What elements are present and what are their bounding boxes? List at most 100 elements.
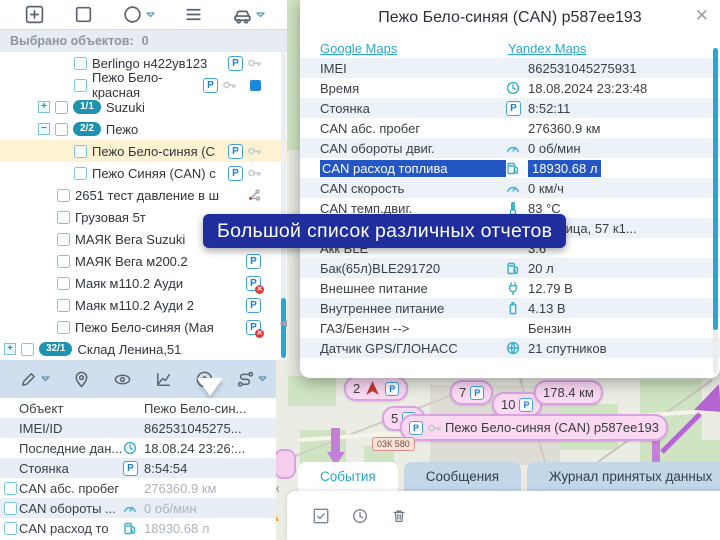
popup-param-row[interactable]: Внутреннее питание4.13 В xyxy=(300,298,720,318)
tree-unit-row[interactable]: +1/1Suzuki xyxy=(0,96,287,118)
units-icon[interactable] xyxy=(218,0,279,29)
delete-icon[interactable] xyxy=(390,507,408,525)
close-icon[interactable]: ✕ xyxy=(695,6,709,26)
param-value: 18.08.2024 23:23:48 xyxy=(528,81,647,96)
tree-unit-row[interactable]: Маяк м110.2 АудиP✕ xyxy=(0,272,287,294)
popup-param-row[interactable]: CAN абс. пробег276360.9 км xyxy=(300,118,720,138)
fuel-icon xyxy=(506,161,520,175)
popup-param-row[interactable]: Датчик GPS/ГЛОНАСС21 спутников xyxy=(300,338,720,358)
yandex-maps-link[interactable]: Yandex Maps xyxy=(508,41,587,56)
object-info-row[interactable]: CAN расход то18930.68 л xyxy=(0,518,276,538)
param-value: 12.79 В xyxy=(528,281,573,296)
unit-checkbox[interactable] xyxy=(55,123,68,136)
sensor-checkbox[interactable] xyxy=(4,502,17,515)
parking-icon: P xyxy=(246,298,261,313)
geofence-rect-icon[interactable] xyxy=(59,0,108,29)
watermark: Avito xyxy=(604,500,713,534)
count-badge: 2/2 xyxy=(73,122,101,136)
key-icon xyxy=(247,144,261,158)
tree-unit-row[interactable]: −2/2Пежо xyxy=(0,118,287,140)
time-filter-icon[interactable] xyxy=(351,507,369,525)
tree-unit-row[interactable]: Пежо Бело-краснаяP xyxy=(0,74,287,96)
unit-checkbox[interactable] xyxy=(57,321,70,334)
tree-unit-row[interactable]: Пежо Бело-синяя (МаяP✕ xyxy=(0,316,287,338)
info-value: 18.08.24 23:26:... xyxy=(144,441,245,456)
popup-param-row[interactable]: СтоянкаP8:52:11 xyxy=(300,98,720,118)
map-marker-bubble[interactable]: 7P xyxy=(450,380,493,405)
marker-text: 178.4 км xyxy=(543,385,594,400)
unit-checkbox[interactable] xyxy=(57,277,70,290)
unit-checkbox[interactable] xyxy=(55,101,68,114)
list-view-icon[interactable] xyxy=(169,0,218,29)
geofence-circle-icon[interactable] xyxy=(108,0,169,29)
param-value: 4.13 В xyxy=(528,301,566,316)
add-object-icon[interactable] xyxy=(10,0,59,29)
parking-icon: P✕ xyxy=(246,320,261,335)
expand-icon[interactable]: + xyxy=(38,101,50,113)
chevron-down-icon xyxy=(258,376,267,382)
sensor-checkbox[interactable] xyxy=(4,522,17,535)
object-info-row[interactable]: СтоянкаP8:54:54 xyxy=(0,458,276,478)
popup-param-row[interactable]: Внешнее питание12.79 В xyxy=(300,278,720,298)
popup-param-row[interactable]: CAN расход топлива18930.68 л xyxy=(300,158,720,178)
tree-unit-row[interactable]: Маяк м110.2 Ауди 2P xyxy=(0,294,287,316)
param-label: CAN абс. пробег xyxy=(320,121,506,136)
selection-header-label: Выбрано объектов: xyxy=(10,34,134,48)
unit-checkbox[interactable] xyxy=(57,255,70,268)
popup-param-row[interactable]: CAN обороты двиг.0 об/мин xyxy=(300,138,720,158)
popup-scrollbar-thumb[interactable] xyxy=(713,48,718,330)
object-info-row[interactable]: Последние дан...18.08.24 23:26:... xyxy=(0,438,276,458)
unit-checkbox[interactable] xyxy=(57,233,70,246)
select-all-icon[interactable] xyxy=(312,507,330,525)
popup-param-row[interactable]: Бак(65л)BLE29172020 л xyxy=(300,258,720,278)
expand-icon[interactable]: + xyxy=(4,343,16,355)
param-label: Стоянка xyxy=(320,101,506,116)
unit-checkbox[interactable] xyxy=(74,57,87,70)
chart-icon[interactable] xyxy=(143,360,184,398)
param-value: 862531045275931 xyxy=(528,61,636,76)
sensor-checkbox[interactable] xyxy=(4,482,17,495)
map-unit-label[interactable]: P Пежо Бело-синяя (CAN) p587ee193 xyxy=(400,414,668,441)
object-info-row[interactable]: CAN обороты ...0 об/мин xyxy=(0,498,276,518)
count-badge: 1/1 xyxy=(73,100,101,114)
panel-collapse-icon[interactable]: ◀ xyxy=(279,318,287,329)
unit-checkbox[interactable] xyxy=(74,167,87,180)
gauge-icon xyxy=(123,501,137,515)
tree-unit-row[interactable]: +32/1Склад Ленина,51 xyxy=(0,338,287,360)
google-maps-link[interactable]: Google Maps xyxy=(320,41,397,56)
tab-events[interactable]: События xyxy=(298,462,398,491)
route-icon[interactable] xyxy=(225,360,278,398)
unit-checkbox[interactable] xyxy=(74,79,87,92)
tab-data-log[interactable]: Журнал принятых данных xyxy=(527,462,720,491)
popup-param-row[interactable]: IMEI862531045275931 xyxy=(300,58,720,78)
location-icon[interactable] xyxy=(61,360,102,398)
popup-param-row[interactable]: ГАЗ/Бензин -->Бензин xyxy=(300,318,720,338)
unit-checkbox[interactable] xyxy=(74,145,87,158)
map-marker-bubble[interactable]: 2P xyxy=(344,376,408,401)
parking-icon: P xyxy=(123,461,138,476)
popup-param-row[interactable]: CAN скорость0 км/ч xyxy=(300,178,720,198)
popup-title: Пежо Бело-синяя (CAN) p587ee193 xyxy=(300,0,720,27)
marker-text: 5 xyxy=(391,411,398,426)
maps-links-row: Google Maps Yandex Maps xyxy=(300,38,720,58)
tree-unit-row[interactable]: 2651 тест давление в ш xyxy=(0,184,287,206)
map-marker-bubble[interactable]: 178.4 км xyxy=(534,380,603,405)
partial-tab[interactable] xyxy=(712,462,720,491)
tree-unit-row[interactable]: Пежо Бело-синяя (СP xyxy=(0,140,287,162)
unit-checkbox[interactable] xyxy=(57,189,70,202)
tree-scrollbar[interactable] xyxy=(281,52,286,358)
thermometer-icon xyxy=(506,201,520,215)
unit-checkbox[interactable] xyxy=(21,343,34,356)
tree-unit-row[interactable]: Пежо Синяя (CAN) сP xyxy=(0,162,287,184)
tree-unit-row[interactable]: МАЯК Вега м200.2P xyxy=(0,250,287,272)
tab-messages[interactable]: Сообщения xyxy=(404,462,521,491)
visibility-icon[interactable] xyxy=(102,360,143,398)
collapse-icon[interactable]: − xyxy=(38,123,50,135)
unit-checkbox[interactable] xyxy=(57,299,70,312)
object-info-row[interactable]: ОбъектПежо Бело-син... xyxy=(0,398,276,418)
unit-checkbox[interactable] xyxy=(57,211,70,224)
popup-param-row[interactable]: Время18.08.2024 23:23:48 xyxy=(300,78,720,98)
object-info-row[interactable]: CAN абс. пробег276360.9 км xyxy=(0,478,276,498)
edit-icon[interactable] xyxy=(8,360,61,398)
object-info-row[interactable]: IMEI/ID862531045275... xyxy=(0,418,276,438)
